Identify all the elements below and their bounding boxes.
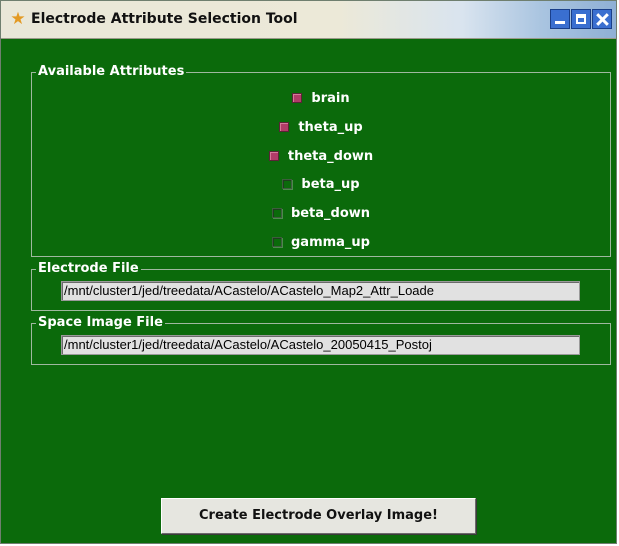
minimize-icon xyxy=(555,21,565,24)
available-attributes-label: Available Attributes xyxy=(36,64,187,80)
checkbox-theta-down[interactable] xyxy=(268,151,279,161)
space-image-file-field[interactable]: /mnt/cluster1/jed/treedata/ACastelo/ACas… xyxy=(61,335,580,355)
checkbox-gamma-up[interactable] xyxy=(271,237,282,247)
attribute-label: theta_down xyxy=(287,148,374,164)
attribute-label: gamma_up xyxy=(290,234,370,250)
checkbox-theta-up[interactable] xyxy=(279,122,290,132)
attribute-beta-down[interactable]: beta_down xyxy=(32,203,610,223)
checkbox-beta-up[interactable] xyxy=(282,179,293,189)
electrode-file-label: Electrode File xyxy=(36,261,141,277)
attribute-theta-down[interactable]: theta_down xyxy=(32,146,610,166)
create-overlay-button[interactable]: Create Electrode Overlay Image! xyxy=(161,498,476,534)
star-icon: ★ xyxy=(10,9,26,29)
available-attributes-group: Available Attributes brain theta_up thet… xyxy=(31,64,611,257)
attribute-brain[interactable]: brain xyxy=(32,88,610,108)
attribute-label: beta_up xyxy=(301,176,360,192)
maximize-icon xyxy=(576,14,586,24)
attribute-label: beta_down xyxy=(290,205,371,221)
checkbox-beta-down[interactable] xyxy=(271,208,282,218)
app-window: ★ Electrode Attribute Selection Tool Ava… xyxy=(0,0,617,544)
electrode-file-group: Electrode File /mnt/cluster1/jed/treedat… xyxy=(31,261,611,311)
space-image-file-group: Space Image File /mnt/cluster1/jed/treed… xyxy=(31,315,611,365)
title-bar[interactable]: ★ Electrode Attribute Selection Tool xyxy=(1,1,616,39)
attribute-label: theta_up xyxy=(298,119,363,135)
window-title: Electrode Attribute Selection Tool xyxy=(31,11,298,27)
minimize-button[interactable] xyxy=(550,9,570,29)
attribute-gamma-up[interactable]: gamma_up xyxy=(32,232,610,252)
close-button[interactable] xyxy=(592,9,612,29)
attribute-label: brain xyxy=(311,90,350,106)
attribute-theta-up[interactable]: theta_up xyxy=(32,117,610,137)
window-controls xyxy=(549,9,612,30)
electrode-file-field[interactable]: /mnt/cluster1/jed/treedata/ACastelo/ACas… xyxy=(61,281,580,301)
maximize-button[interactable] xyxy=(571,9,591,29)
attribute-beta-up[interactable]: beta_up xyxy=(32,174,610,194)
checkbox-brain[interactable] xyxy=(292,93,303,103)
space-image-file-label: Space Image File xyxy=(36,315,165,331)
